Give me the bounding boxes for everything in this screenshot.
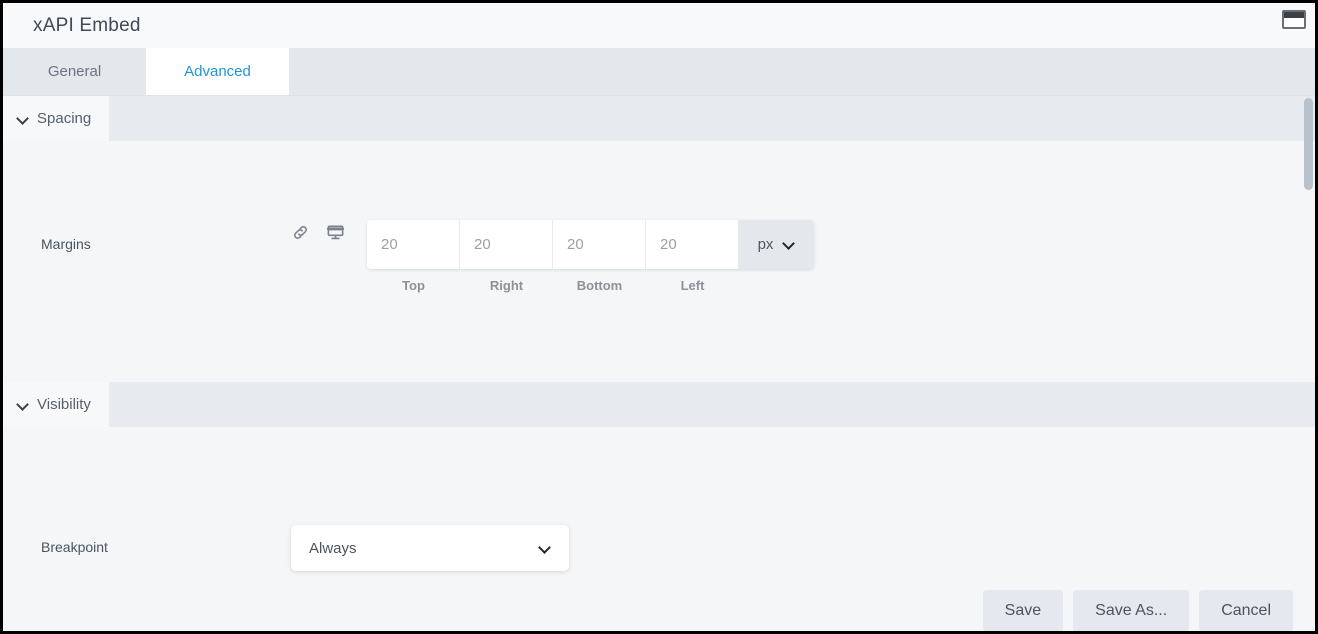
link-icon[interactable] (291, 223, 310, 242)
section-body-visibility: Breakpoint Always (3, 427, 1315, 582)
margin-left-input[interactable] (646, 220, 739, 269)
vertical-scrollbar[interactable] (1302, 96, 1315, 583)
section-header-spacing[interactable]: Spacing (3, 96, 1315, 141)
margins-captions: Top Right Bottom Left (367, 278, 814, 293)
breakpoint-select[interactable]: Always (291, 525, 569, 571)
margin-right-input[interactable] (460, 220, 553, 269)
settings-scroll-area: Spacing Margins 20 20 20 20 px Top Right… (3, 96, 1315, 583)
dialog-titlebar: xAPI Embed (3, 3, 1315, 48)
chevron-down-icon (540, 543, 551, 554)
margin-unit-value: px (757, 236, 774, 253)
margins-label: Margins (41, 236, 91, 252)
cancel-button[interactable]: Cancel (1199, 589, 1293, 631)
margins-field-group: px (367, 220, 814, 269)
margins-icon-group (291, 220, 345, 242)
row-margins: Margins 20 20 20 20 px Top Right Bottom … (3, 141, 1315, 293)
chevron-down-icon (17, 113, 28, 124)
chevron-down-icon (784, 239, 795, 250)
breakpoint-label: Breakpoint (41, 539, 108, 555)
chevron-down-icon (17, 399, 28, 410)
caption-top: Top (402, 278, 425, 293)
tab-bar: General Advanced (3, 48, 1315, 96)
tab-general[interactable]: General (3, 48, 146, 95)
scrollbar-thumb[interactable] (1304, 98, 1313, 190)
save-as-button[interactable]: Save As... (1073, 589, 1190, 631)
page-title: xAPI Embed (33, 14, 141, 36)
margin-unit-select[interactable]: px (739, 220, 814, 269)
row-breakpoint: Breakpoint Always (3, 427, 1315, 571)
breakpoint-value: Always (309, 539, 357, 557)
dialog-footer: Save Save As... Cancel (3, 583, 1315, 631)
section-title-spacing: Spacing (37, 110, 92, 127)
xapi-embed-dialog: xAPI Embed General Advanced Spacing Marg… (0, 0, 1318, 634)
tab-advanced[interactable]: Advanced (146, 48, 289, 95)
margin-bottom-input[interactable] (553, 220, 646, 269)
section-header-visibility[interactable]: Visibility (3, 382, 1315, 427)
section-toggle-visibility[interactable]: Visibility (3, 382, 109, 427)
section-title-visibility: Visibility (37, 396, 91, 413)
section-toggle-spacing[interactable]: Spacing (3, 96, 110, 141)
window-restore-icon[interactable] (1282, 10, 1306, 29)
caption-right: Right (489, 278, 524, 293)
desktop-icon[interactable] (326, 223, 345, 242)
section-body-spacing: Margins 20 20 20 20 px Top Right Bottom … (3, 141, 1315, 382)
margin-top-input[interactable] (367, 220, 460, 269)
save-button[interactable]: Save (982, 589, 1064, 631)
caption-bottom: Bottom (576, 278, 623, 293)
caption-left: Left (680, 278, 705, 293)
